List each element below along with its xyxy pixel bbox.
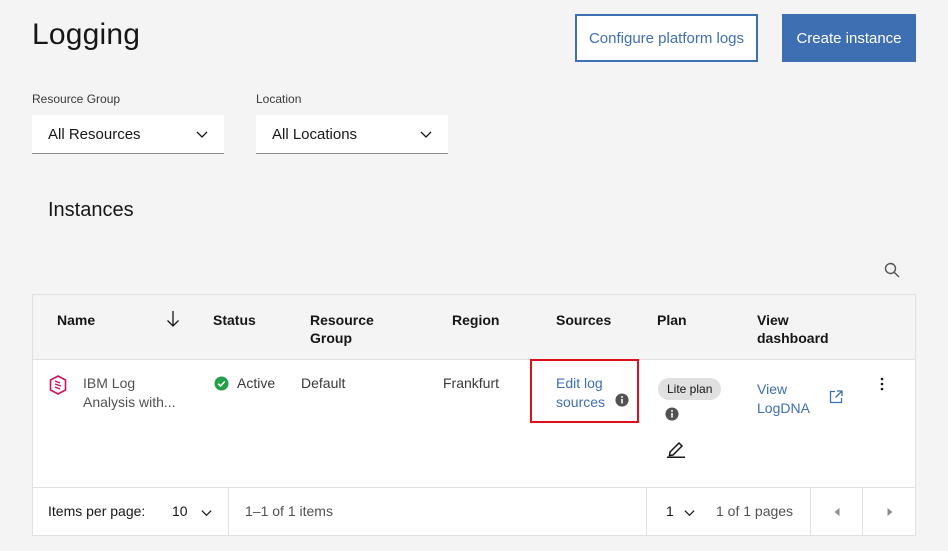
chevron-down-icon bbox=[201, 510, 212, 517]
page-select[interactable]: 1 bbox=[653, 488, 703, 536]
resource-group-value-cell: Default bbox=[301, 375, 346, 391]
region-value: Frankfurt bbox=[443, 375, 500, 391]
view-logdna-link[interactable]: View LogDNA bbox=[757, 380, 810, 418]
plan-tag: Lite plan bbox=[658, 378, 722, 400]
items-per-page-select[interactable]: 10 bbox=[170, 488, 226, 536]
previous-page-icon[interactable] bbox=[833, 507, 841, 517]
instances-title: Instances bbox=[48, 199, 134, 221]
column-header-region[interactable]: Region bbox=[452, 311, 499, 329]
log-analysis-logo-icon bbox=[49, 375, 67, 395]
next-page-icon[interactable] bbox=[886, 507, 894, 517]
table-row: IBM Log Analysis with... Active Default … bbox=[33, 360, 915, 487]
chevron-down-icon bbox=[196, 131, 208, 138]
location-select[interactable]: All Locations bbox=[256, 115, 448, 154]
chevron-down-icon bbox=[684, 510, 695, 517]
resource-group-select[interactable]: All Resources bbox=[32, 115, 224, 154]
resource-group-label: Resource Group bbox=[32, 92, 121, 106]
column-header-plan[interactable]: Plan bbox=[657, 311, 687, 329]
edit-log-sources-line2: sources bbox=[556, 394, 606, 410]
footer-divider bbox=[862, 488, 863, 536]
status-value: Active bbox=[237, 375, 276, 391]
items-per-page-value: 10 bbox=[172, 503, 188, 519]
column-header-status[interactable]: Status bbox=[213, 311, 256, 329]
pages-count: 1 of 1 pages bbox=[716, 503, 794, 519]
column-header-view-line1: View bbox=[757, 312, 789, 328]
information-icon[interactable] bbox=[665, 407, 679, 421]
column-header-name[interactable]: Name bbox=[57, 311, 95, 329]
edit-log-sources-link[interactable]: Edit log sources bbox=[556, 374, 605, 412]
column-header-sources: Sources bbox=[556, 312, 612, 328]
page-value: 1 bbox=[666, 503, 674, 519]
resource-group-value: All Resources bbox=[48, 125, 141, 143]
page-title: Logging bbox=[32, 18, 141, 51]
search-icon[interactable] bbox=[884, 262, 900, 278]
arrow-down-icon[interactable] bbox=[166, 310, 180, 328]
view-logdna-line2: LogDNA bbox=[757, 400, 810, 416]
footer-divider bbox=[810, 488, 811, 536]
column-header-resource-group[interactable]: Resource Group bbox=[310, 311, 374, 347]
chevron-down-icon bbox=[420, 131, 432, 138]
items-range: 1–1 of 1 items bbox=[245, 503, 333, 519]
configure-platform-logs-button[interactable]: Configure platform logs bbox=[575, 14, 758, 62]
instance-name[interactable]: IBM Log Analysis with... bbox=[83, 374, 176, 412]
footer-divider bbox=[228, 488, 229, 536]
location-value: All Locations bbox=[272, 125, 358, 143]
view-logdna-line1: View bbox=[757, 381, 788, 397]
checkmark-filled-icon bbox=[214, 376, 229, 391]
column-header-resource-group-line1: Resource bbox=[310, 312, 374, 328]
instances-table: Name Status Resource Group Region Source… bbox=[32, 294, 916, 536]
footer-divider bbox=[646, 488, 647, 536]
create-instance-button[interactable]: Create instance bbox=[782, 14, 916, 62]
pagination-footer: Items per page: 10 1–1 of 1 items 1 1 of… bbox=[33, 487, 915, 536]
table-header: Name Status Resource Group Region Source… bbox=[33, 295, 915, 360]
instance-name-line1: IBM Log bbox=[83, 375, 136, 391]
information-icon[interactable] bbox=[615, 393, 629, 407]
column-header-resource-group-line2: Group bbox=[310, 330, 352, 346]
location-label: Location bbox=[256, 92, 302, 106]
instance-name-line2: Analysis with... bbox=[83, 394, 176, 410]
items-per-page-label: Items per page: bbox=[48, 503, 146, 519]
launch-icon[interactable] bbox=[829, 390, 843, 404]
edit-pencil-icon[interactable] bbox=[666, 438, 686, 458]
overflow-menu-icon[interactable] bbox=[879, 377, 885, 391]
edit-log-sources-line1: Edit log bbox=[556, 375, 603, 391]
column-header-view-dashboard: View dashboard bbox=[757, 311, 829, 347]
column-header-view-line2: dashboard bbox=[757, 330, 829, 346]
